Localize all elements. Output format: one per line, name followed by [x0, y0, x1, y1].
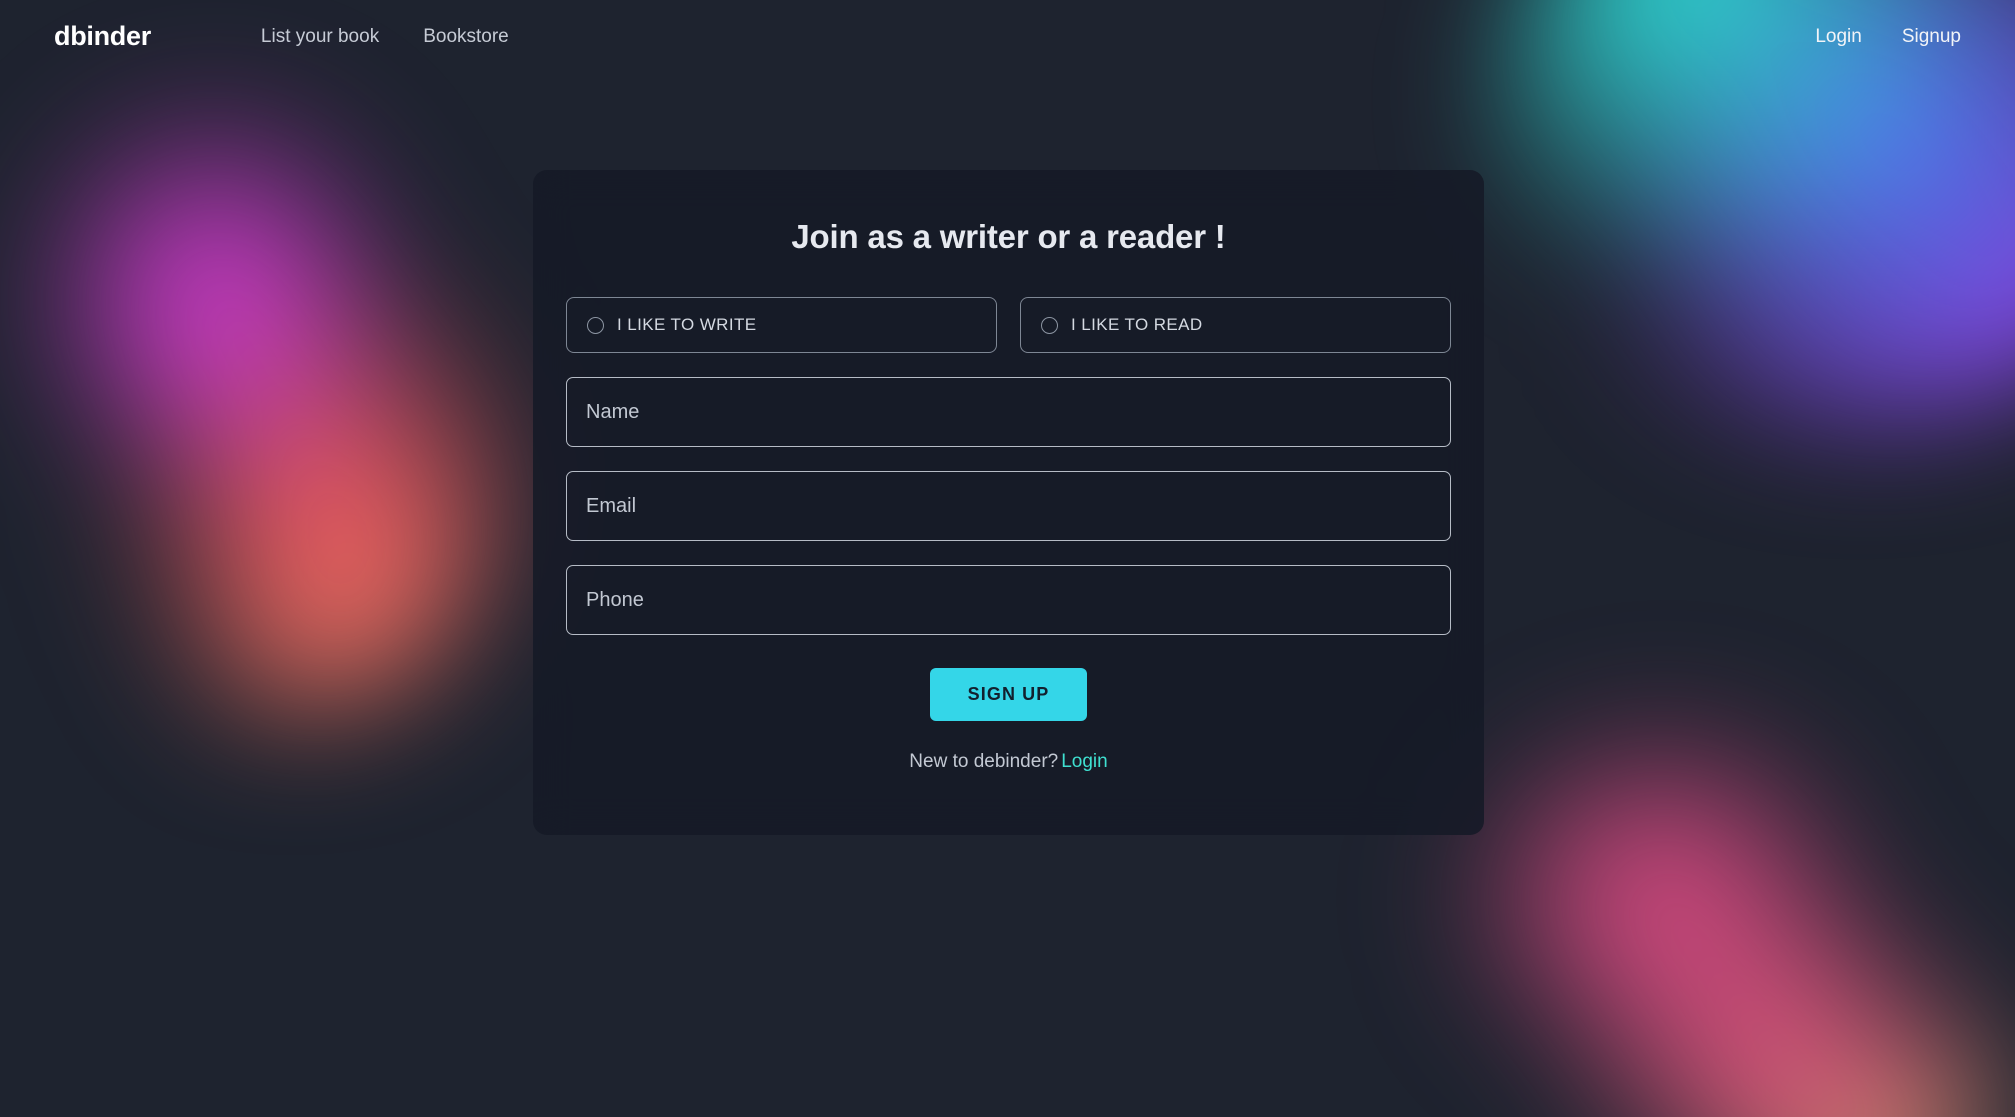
- account-nav-links: Login Signup: [1815, 26, 1961, 48]
- role-option-writer-label: I LIKE TO WRITE: [617, 315, 757, 334]
- footer-prompt-text: New to debinder?: [909, 751, 1059, 772]
- name-field[interactable]: Name: [566, 377, 1451, 447]
- top-navigation-bar: dbinder List your book Bookstore Login S…: [0, 0, 2015, 73]
- footer-login-link[interactable]: Login: [1061, 751, 1108, 772]
- role-option-reader[interactable]: I LIKE TO READ: [1020, 297, 1451, 353]
- role-option-reader-label: I LIKE TO READ: [1071, 315, 1203, 334]
- email-field-placeholder: Email: [586, 494, 637, 517]
- email-field[interactable]: Email: [566, 471, 1451, 541]
- name-field-placeholder: Name: [586, 400, 640, 423]
- submit-button-row: SIGN UP: [566, 668, 1451, 721]
- primary-nav-links: List your book Bookstore: [261, 26, 509, 48]
- card-footer: New to debinder? Login: [566, 751, 1451, 773]
- nav-link-login[interactable]: Login: [1815, 26, 1862, 48]
- left-magenta-coral-blob: [0, 60, 540, 720]
- nav-link-list-your-book[interactable]: List your book: [261, 26, 379, 48]
- sign-up-button[interactable]: SIGN UP: [929, 668, 1088, 721]
- role-option-writer[interactable]: I LIKE TO WRITE: [566, 297, 997, 353]
- role-selection-group: I LIKE TO WRITE I LIKE TO READ: [566, 297, 1451, 353]
- phone-field[interactable]: Phone: [566, 565, 1451, 635]
- signup-card: Join as a writer or a reader ! I LIKE TO…: [533, 170, 1484, 835]
- bottom-right-pink-peach-blob: [1405, 707, 2015, 1117]
- card-title: Join as a writer or a reader !: [791, 218, 1226, 255]
- phone-field-placeholder: Phone: [586, 588, 644, 611]
- nav-link-signup[interactable]: Signup: [1902, 26, 1961, 48]
- radio-circle-icon: [1041, 316, 1058, 334]
- brand-logo[interactable]: dbinder: [54, 21, 151, 52]
- nav-link-bookstore[interactable]: Bookstore: [423, 26, 509, 48]
- radio-circle-icon: [587, 316, 604, 334]
